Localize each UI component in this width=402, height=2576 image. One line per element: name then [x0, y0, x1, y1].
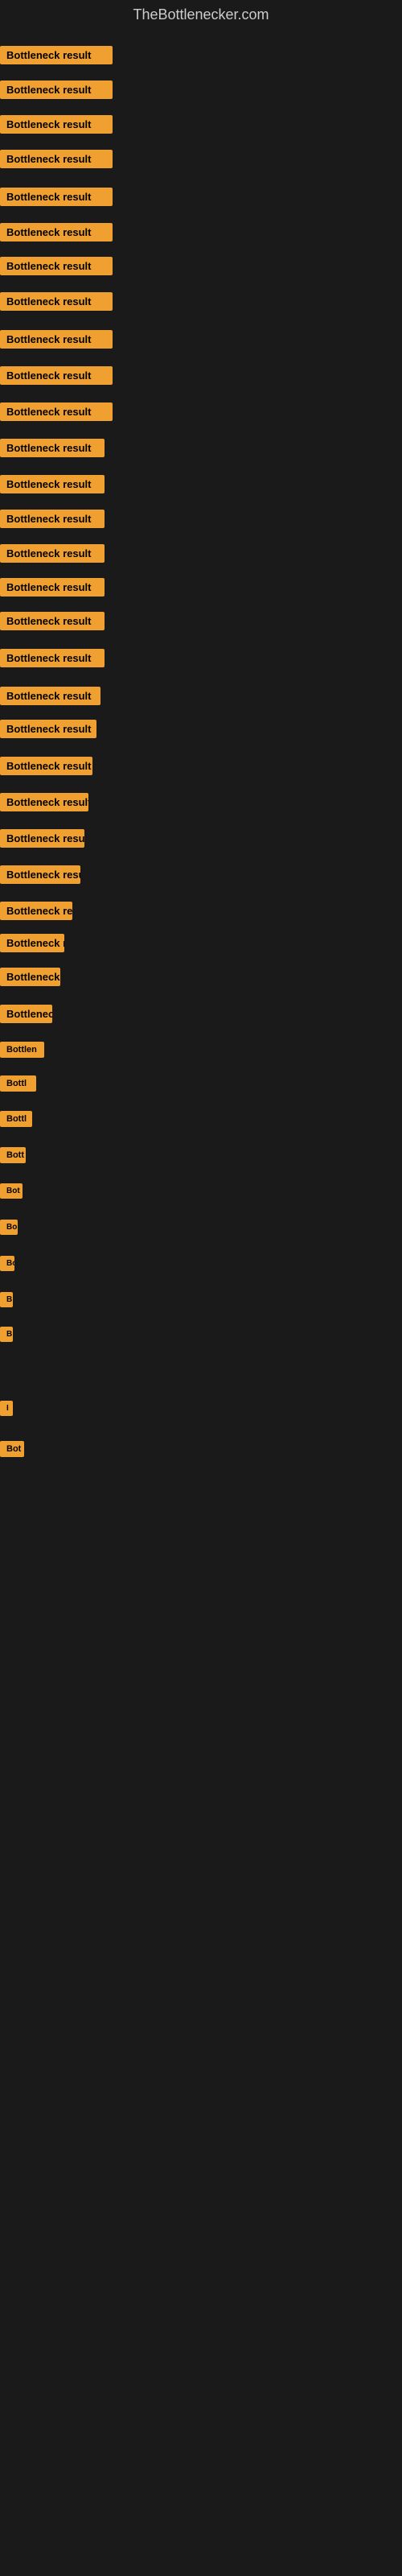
bottleneck-result-item: Bottleneck result — [0, 544, 105, 563]
bottleneck-result-item: Bottleneck result — [0, 757, 92, 775]
bottleneck-result-item: Bo — [0, 1256, 14, 1271]
bottleneck-result-item: Bottleneck result — [0, 257, 113, 275]
site-title-text: TheBottlenecker.com — [133, 6, 269, 23]
bottleneck-result-item: Bottleneck — [0, 968, 60, 986]
bottleneck-result-item: Bottleneck result — [0, 612, 105, 630]
bottleneck-result-item: I — [0, 1401, 13, 1416]
bottleneck-result-item: Bottleneck result — [0, 150, 113, 168]
bottleneck-result-item: Bottleneck result — [0, 223, 113, 242]
bottleneck-result-item: Bottleneck result — [0, 475, 105, 493]
bottleneck-result-item: Bo — [0, 1220, 18, 1235]
bottleneck-result-item: Bottleneck result — [0, 330, 113, 349]
bottleneck-result-item: B — [0, 1327, 13, 1342]
bottleneck-result-item: Bottleneck result — [0, 649, 105, 667]
bottleneck-result-item: B — [0, 1292, 13, 1307]
bottleneck-result-item: Bottleneck result — [0, 510, 105, 528]
bottleneck-result-item: Bottleneck result — [0, 80, 113, 99]
bottleneck-result-item: Bottl — [0, 1111, 32, 1127]
bottleneck-result-item: Bottl — [0, 1075, 36, 1092]
bottleneck-result-item: Bottleneck result — [0, 865, 80, 884]
bottleneck-result-item: Bottleneck result — [0, 578, 105, 597]
bottleneck-result-item: Bottleneck result — [0, 402, 113, 421]
bottleneck-result-item: Bot — [0, 1441, 24, 1457]
bottleneck-result-item: Bottleneck result — [0, 366, 113, 385]
bottleneck-result-item: Bottleneck result — [0, 793, 88, 811]
bottleneck-result-item: Bottleneck result — [0, 292, 113, 311]
bottleneck-result-item: Bottlen — [0, 1042, 44, 1058]
site-title: TheBottlenecker.com — [0, 0, 402, 30]
bottleneck-result-item: Bottleneck result — [0, 188, 113, 206]
bottleneck-result-item: Bottlenec — [0, 1005, 52, 1023]
bottleneck-result-item: Bottleneck result — [0, 439, 105, 457]
bottleneck-result-item: Bottleneck result — [0, 687, 100, 705]
bottleneck-result-item: Bottleneck result — [0, 829, 84, 848]
bottleneck-result-item: Bottleneck result — [0, 46, 113, 64]
bottleneck-result-item: Bottleneck result — [0, 902, 72, 920]
bottleneck-result-item: Bottleneck result — [0, 720, 96, 738]
bottleneck-result-item: Bot — [0, 1183, 23, 1199]
bottleneck-result-item: Bott — [0, 1147, 26, 1163]
bottleneck-result-item: Bottleneck result — [0, 115, 113, 134]
bottleneck-result-item: Bottleneck result — [0, 934, 64, 952]
